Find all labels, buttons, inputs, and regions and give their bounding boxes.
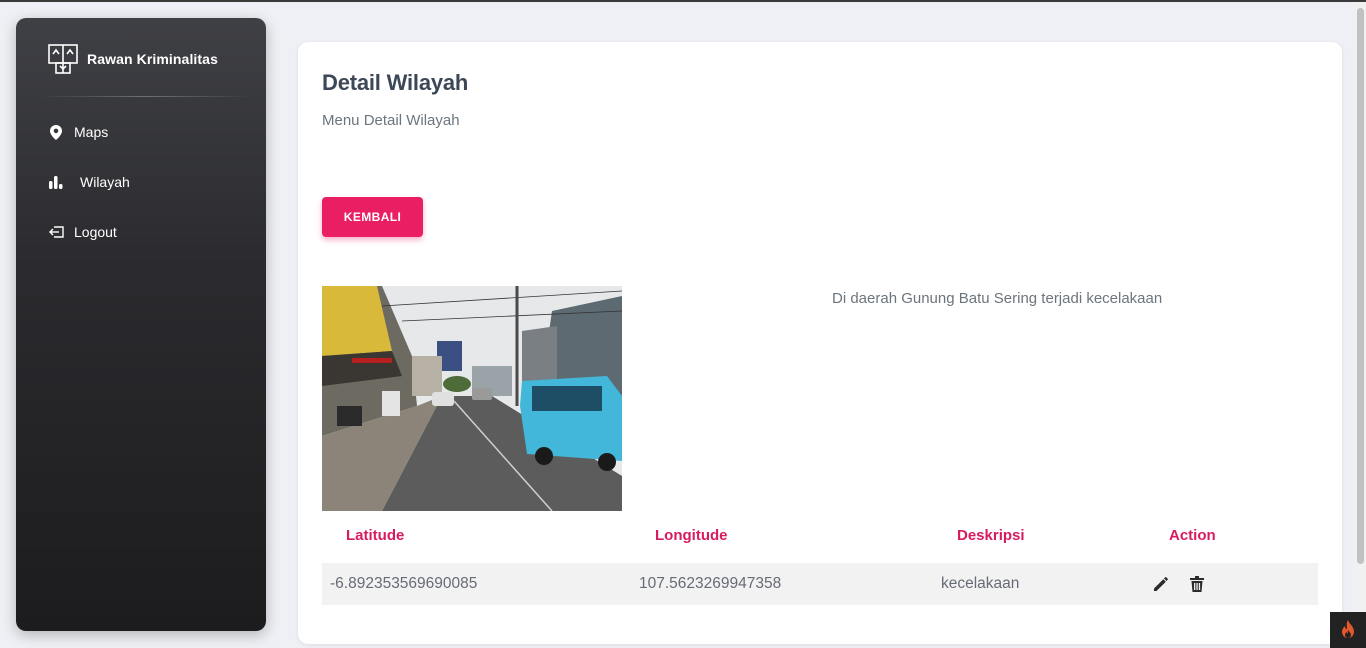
sidebar-item-label: Logout: [74, 224, 117, 240]
cell-deskripsi: kecelakaan: [941, 575, 1020, 592]
scrollbar-thumb[interactable]: [1357, 8, 1364, 564]
column-header-latitude: Latitude: [346, 527, 405, 544]
bar-chart-icon: [48, 174, 64, 190]
sidebar-item-logout[interactable]: Logout: [48, 220, 117, 244]
table-row: -6.892353569690085 107.5623269947358 kec…: [322, 563, 1318, 605]
column-header-longitude: Longitude: [655, 527, 728, 544]
location-description: Di daerah Gunung Batu Sering terjadi kec…: [832, 290, 1163, 307]
column-header-deskripsi: Deskripsi: [957, 527, 1025, 544]
brand-name: Rawan Kriminalitas: [87, 51, 218, 67]
edit-icon[interactable]: [1152, 575, 1170, 593]
sidebar-item-label: Maps: [74, 124, 109, 140]
page-title: Detail Wilayah: [322, 70, 469, 95]
map-pin-icon: [48, 124, 64, 140]
logout-icon: [48, 224, 64, 240]
table-header: Latitude Longitude Deskripsi Action: [322, 522, 1318, 562]
brand-logo-icon: [48, 44, 78, 74]
page-scrollbar[interactable]: [1354, 2, 1366, 648]
sidebar-item-label: Wilayah: [80, 174, 130, 190]
sidebar-divider: [40, 96, 252, 97]
flame-icon[interactable]: [1330, 612, 1366, 648]
trash-icon[interactable]: [1188, 575, 1206, 593]
column-header-action: Action: [1169, 527, 1216, 544]
location-photo: [322, 286, 622, 511]
sidebar-item-wilayah[interactable]: Wilayah: [48, 170, 130, 194]
cell-latitude: -6.892353569690085: [330, 575, 478, 592]
brand[interactable]: Rawan Kriminalitas: [48, 42, 218, 76]
cell-longitude: 107.5623269947358: [639, 575, 782, 592]
detail-card: Detail Wilayah Menu Detail Wilayah KEMBA…: [298, 42, 1342, 644]
page-subtitle: Menu Detail Wilayah: [322, 112, 460, 129]
back-button[interactable]: KEMBALI: [322, 197, 423, 237]
sidebar: Rawan Kriminalitas Maps Wilayah Logout: [16, 18, 266, 631]
sidebar-item-maps[interactable]: Maps: [48, 120, 108, 144]
